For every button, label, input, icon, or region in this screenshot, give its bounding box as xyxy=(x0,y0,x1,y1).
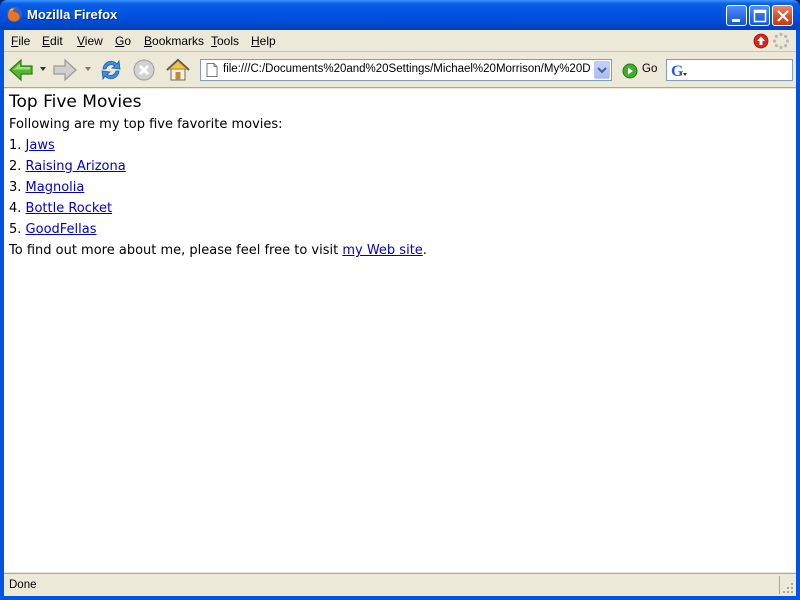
status-text: Done xyxy=(9,579,37,591)
go-arrow-icon xyxy=(622,63,638,79)
movie-link-goodfellas[interactable]: GoodFellas xyxy=(26,222,97,237)
movie-list: 1. Jaws 2. Raising Arizona 3. Magnolia 4… xyxy=(9,138,126,243)
go-label: Go xyxy=(642,63,658,75)
url-dropdown-button[interactable] xyxy=(594,61,610,79)
reload-icon[interactable] xyxy=(97,56,125,84)
url-bar[interactable]: file:///C:/Documents%20and%20Settings/Mi… xyxy=(200,59,612,81)
list-item: 3. Magnolia xyxy=(9,180,85,195)
google-icon[interactable]: G xyxy=(670,62,690,79)
chevron-down-icon xyxy=(597,67,607,74)
search-bar[interactable]: G xyxy=(666,59,793,81)
intro-text: Following are my top five favorite movie… xyxy=(9,117,283,132)
minimize-icon xyxy=(732,19,740,22)
forward-dropdown-icon[interactable] xyxy=(84,66,92,72)
maximize-button[interactable] xyxy=(749,5,770,26)
forward-arrow-icon[interactable] xyxy=(51,56,79,84)
page-icon xyxy=(206,63,218,77)
home-icon[interactable] xyxy=(164,56,192,84)
movie-link-jaws[interactable]: Jaws xyxy=(26,138,55,153)
list-item: 2. Raising Arizona xyxy=(9,159,126,174)
page-content: Top Five Movies Following are my top fiv… xyxy=(4,89,796,572)
client-area: File Edit View Go Bookmarks Tools Help f… xyxy=(4,30,796,596)
movie-link-bottle-rocket[interactable]: Bottle Rocket xyxy=(26,201,113,216)
update-alert-icon[interactable] xyxy=(753,33,769,49)
page-title: Top Five Movies xyxy=(9,92,142,112)
website-link[interactable]: my Web site xyxy=(342,243,422,258)
list-item: 4. Bottle Rocket xyxy=(9,201,113,216)
menu-edit[interactable]: Edit xyxy=(42,34,63,48)
close-icon xyxy=(777,10,789,22)
menu-go[interactable]: Go xyxy=(115,34,131,48)
list-item: 1. Jaws xyxy=(9,138,55,153)
movie-link-magnolia[interactable]: Magnolia xyxy=(26,180,85,195)
menu-view[interactable]: View xyxy=(77,34,103,48)
title-bar[interactable]: Mozilla Firefox xyxy=(0,0,800,30)
status-divider xyxy=(779,576,780,594)
outro-text: To find out more about me, please feel f… xyxy=(9,243,427,258)
maximize-icon xyxy=(753,9,767,23)
menu-bar: File Edit View Go Bookmarks Tools Help xyxy=(4,30,796,52)
back-arrow-icon[interactable] xyxy=(7,56,35,84)
resize-grip-icon[interactable] xyxy=(782,582,794,594)
menu-help[interactable]: Help xyxy=(251,34,276,48)
status-bar: Done xyxy=(4,573,796,596)
movie-link-raising-arizona[interactable]: Raising Arizona xyxy=(26,159,126,174)
menu-tools[interactable]: Tools xyxy=(211,34,239,48)
stop-icon[interactable] xyxy=(130,56,158,84)
throbber-icon xyxy=(772,32,790,50)
minimize-button[interactable] xyxy=(726,5,747,26)
list-item: 5. GoodFellas xyxy=(9,222,97,237)
menu-file[interactable]: File xyxy=(11,34,30,48)
navigation-toolbar: file:///C:/Documents%20and%20Settings/Mi… xyxy=(4,52,796,88)
close-button[interactable] xyxy=(772,5,793,26)
svg-text:G: G xyxy=(671,63,684,79)
go-button[interactable]: Go xyxy=(620,62,660,80)
menu-bookmarks[interactable]: Bookmarks xyxy=(144,34,204,48)
browser-window: Mozilla Firefox File Edit View Go Bookma… xyxy=(0,0,800,600)
url-input[interactable]: file:///C:/Documents%20and%20Settings/Mi… xyxy=(223,63,591,79)
back-dropdown-icon[interactable] xyxy=(39,66,47,72)
window-title: Mozilla Firefox xyxy=(27,7,118,22)
firefox-icon xyxy=(7,7,22,22)
